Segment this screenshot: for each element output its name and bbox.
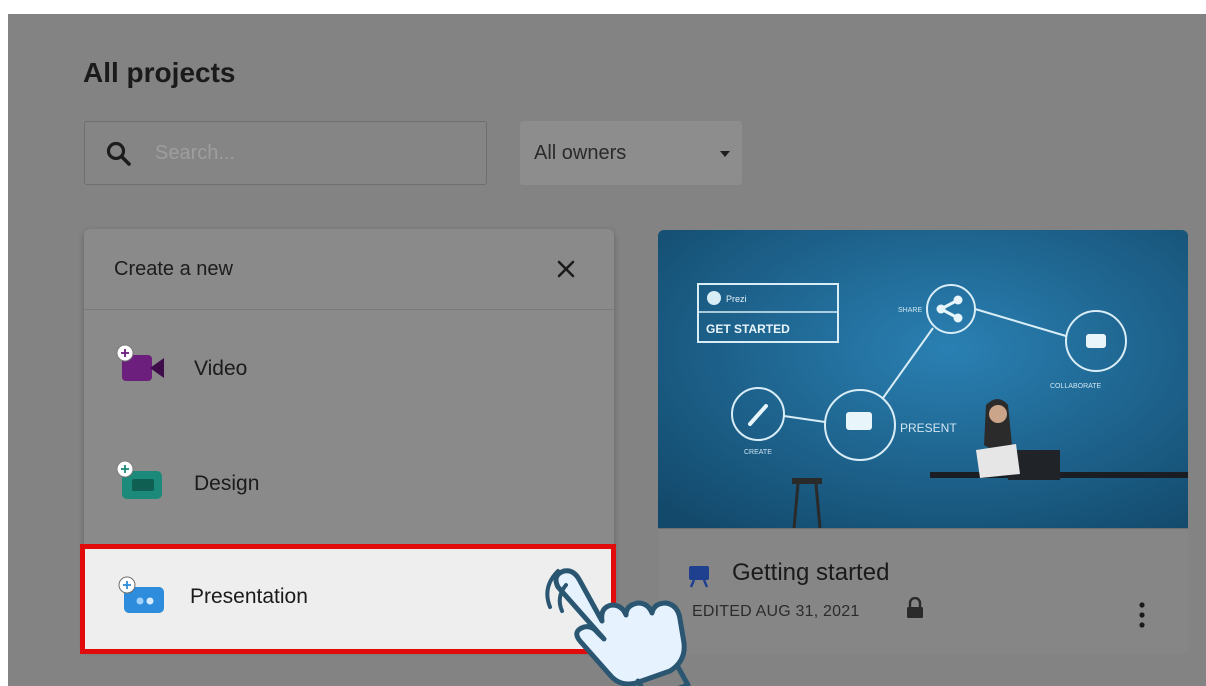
project-card-footer: Getting started EDITED AUG 31, 2021: [658, 528, 1188, 654]
design-icon: [116, 460, 162, 499]
project-thumbnail[interactable]: Prezi GET STARTED SHARE COLLABORATE CREA…: [658, 230, 1188, 528]
thumbnail-create-label: CREATE: [744, 449, 772, 456]
thumbnail-get-started-text: GET STARTED: [706, 322, 790, 336]
owner-filter-dropdown[interactable]: All owners: [520, 121, 742, 185]
thumbnail-share-label: SHARE: [898, 307, 922, 314]
create-panel-title: Create a new: [114, 258, 233, 280]
search-input[interactable]: [155, 122, 475, 184]
create-video-label: Video: [194, 357, 248, 380]
thumbnail-present-label: PRESENT: [900, 421, 957, 435]
project-title[interactable]: Getting started: [732, 559, 889, 587]
page-overlay: All projects All owners Create a new: [8, 14, 1206, 686]
more-options-icon[interactable]: [1134, 599, 1150, 631]
project-card[interactable]: Prezi GET STARTED SHARE COLLABORATE CREA…: [658, 230, 1188, 654]
page-title: All projects: [83, 57, 236, 88]
owner-filter-label: All owners: [534, 142, 627, 164]
lock-icon: [907, 597, 923, 618]
create-presentation-item[interactable]: Presentation: [80, 544, 616, 654]
video-camera-icon: [116, 344, 164, 381]
create-video-item[interactable]: Video: [84, 313, 614, 423]
create-presentation-label: Presentation: [190, 585, 308, 608]
caret-down-icon: [720, 151, 730, 157]
create-panel-header: Create a new: [84, 229, 614, 310]
presentation-icon: [118, 576, 164, 613]
search-box[interactable]: [84, 121, 487, 185]
project-edited-date: EDITED AUG 31, 2021: [692, 603, 860, 620]
presentation-type-icon: [689, 566, 709, 588]
thumbnail-brand-text: Prezi: [726, 294, 747, 304]
thumbnail-collaborate-label: COLLABORATE: [1050, 383, 1102, 390]
close-icon[interactable]: [556, 259, 576, 279]
create-design-label: Design: [194, 472, 260, 495]
create-design-item[interactable]: Design: [84, 427, 614, 537]
search-icon: [106, 141, 131, 166]
